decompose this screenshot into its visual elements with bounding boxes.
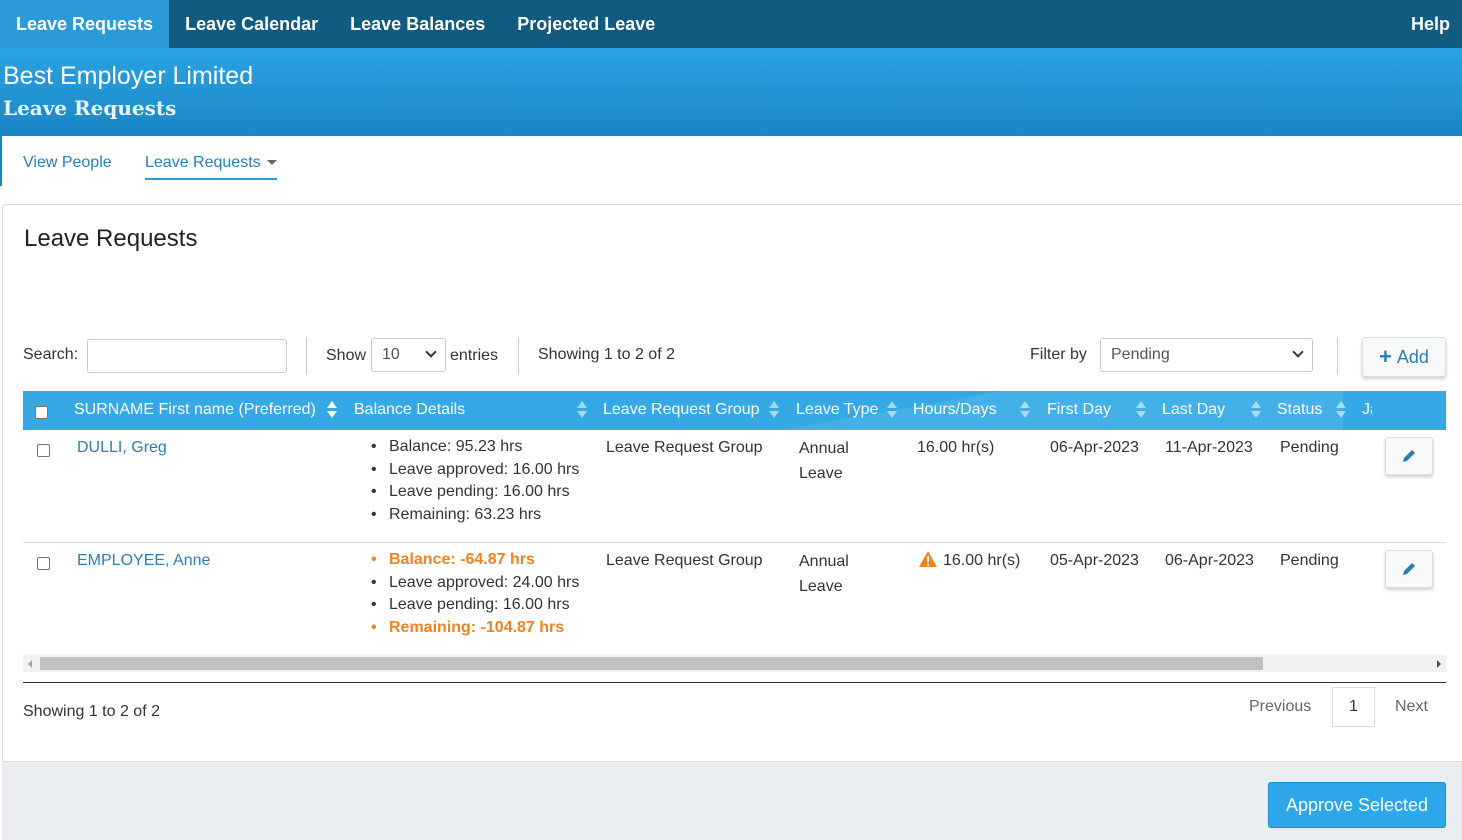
sort-icon bbox=[887, 401, 897, 419]
tab-leave-balances[interactable]: Leave Balances bbox=[334, 0, 501, 48]
approve-selected-button[interactable]: Approve Selected bbox=[1268, 782, 1446, 828]
col-status[interactable]: Status bbox=[1277, 401, 1322, 419]
sort-icon bbox=[577, 401, 587, 419]
balance-details: Balance: 95.23 hrs Leave approved: 16.00… bbox=[368, 436, 579, 526]
warning-icon bbox=[919, 551, 937, 567]
page-length-value: 10 bbox=[382, 346, 400, 363]
table-info-top: Showing 1 to 2 of 2 bbox=[538, 346, 675, 363]
page-title: Leave Requests bbox=[3, 96, 177, 120]
tab-leave-requests[interactable]: Leave Requests bbox=[0, 0, 170, 48]
first-day: 06-Apr-2023 bbox=[1050, 439, 1139, 456]
scrollbar-thumb[interactable] bbox=[40, 657, 1263, 670]
panel-title: Leave Requests bbox=[24, 225, 198, 252]
leave-request-group: Leave Request Group bbox=[606, 439, 763, 456]
sort-icon bbox=[1336, 401, 1346, 419]
status: Pending bbox=[1280, 439, 1339, 456]
edit-button[interactable] bbox=[1385, 550, 1433, 588]
employee-name-link[interactable]: EMPLOYEE, Anne bbox=[77, 549, 210, 573]
sort-icon bbox=[327, 401, 337, 419]
leave-requests-dropdown-label: Leave Requests bbox=[145, 154, 261, 171]
search-input[interactable] bbox=[87, 339, 287, 373]
hours-days: 16.00 hr(s) bbox=[917, 439, 995, 456]
sort-icon bbox=[769, 401, 779, 419]
employee-name-link[interactable]: DULLI, Greg bbox=[77, 436, 167, 460]
col-hours[interactable]: Hours/Days bbox=[913, 401, 997, 419]
top-nav: Leave Requests Leave Calendar Leave Bala… bbox=[0, 0, 1462, 48]
select-all-checkbox[interactable] bbox=[35, 406, 48, 419]
col-type[interactable]: Leave Type bbox=[796, 401, 878, 419]
sort-icon bbox=[1020, 401, 1030, 419]
balance-item: Balance: 95.23 hrs bbox=[368, 436, 579, 459]
sort-icon bbox=[1136, 401, 1146, 419]
add-button-label: Add bbox=[1396, 346, 1429, 367]
sub-nav: View People Leave Requests bbox=[0, 136, 1462, 186]
last-day: 11-Apr-2023 bbox=[1165, 439, 1253, 456]
plus-icon: + bbox=[1379, 344, 1392, 369]
hours-days: 16.00 hr(s) bbox=[943, 552, 1021, 569]
horizontal-scrollbar[interactable] bbox=[23, 655, 1446, 672]
tab-leave-calendar[interactable]: Leave Calendar bbox=[169, 0, 334, 48]
table-bottom-border bbox=[23, 682, 1446, 683]
previous-button[interactable]: Previous bbox=[1249, 698, 1311, 716]
filter-value: Pending bbox=[1111, 346, 1170, 363]
add-button[interactable]: + Add bbox=[1362, 337, 1446, 377]
balance-item: Leave pending: 16.00 hrs bbox=[368, 481, 579, 504]
table-row: EMPLOYEE, Anne Balance: -64.87 hrs Leave… bbox=[23, 543, 1446, 653]
divider bbox=[518, 337, 519, 375]
table-info-bottom: Showing 1 to 2 of 2 bbox=[23, 703, 160, 720]
edit-button[interactable] bbox=[1385, 437, 1433, 475]
leave-requests-dropdown[interactable]: Leave Requests bbox=[145, 154, 277, 180]
scroll-left-icon[interactable] bbox=[28, 660, 32, 668]
help-link[interactable]: Help bbox=[1395, 0, 1462, 48]
balance-item-warning: Balance: -64.87 hrs bbox=[368, 549, 579, 572]
show-label: Show bbox=[326, 347, 367, 364]
company-name: Best Employer Limited bbox=[3, 62, 254, 90]
table-header: SURNAME First name (Preferred) Balance D… bbox=[23, 391, 1446, 430]
hours-days-cell: 16.00 hr(s) bbox=[919, 549, 1020, 573]
filter-label: Filter by bbox=[1030, 346, 1087, 363]
scroll-right-icon[interactable] bbox=[1437, 660, 1441, 668]
next-button[interactable]: Next bbox=[1395, 698, 1428, 716]
leave-type: Annual Leave bbox=[799, 553, 849, 595]
col-last-day[interactable]: Last Day bbox=[1162, 401, 1225, 419]
search-label: Search: bbox=[23, 346, 79, 363]
table-row: DULLI, Greg Balance: 95.23 hrs Leave app… bbox=[23, 430, 1446, 543]
row-checkbox[interactable] bbox=[37, 557, 50, 570]
page-length-select[interactable]: 10 bbox=[371, 338, 446, 372]
panel-footer bbox=[2, 762, 1462, 840]
divider bbox=[306, 337, 307, 375]
sort-icon bbox=[1251, 401, 1261, 419]
leave-type: Annual Leave bbox=[799, 440, 849, 482]
chevron-down-icon bbox=[1292, 346, 1304, 358]
balance-item: Leave pending: 16.00 hrs bbox=[368, 594, 579, 617]
caret-down-icon bbox=[266, 160, 277, 166]
last-day: 06-Apr-2023 bbox=[1165, 552, 1254, 569]
col-name[interactable]: SURNAME First name (Preferred) bbox=[74, 401, 316, 419]
first-day: 05-Apr-2023 bbox=[1050, 552, 1139, 569]
balance-details: Balance: -64.87 hrs Leave approved: 24.0… bbox=[368, 549, 579, 639]
pencil-icon bbox=[1403, 450, 1415, 462]
divider bbox=[1337, 337, 1338, 375]
tab-projected-leave[interactable]: Projected Leave bbox=[501, 0, 671, 48]
row-checkbox[interactable] bbox=[37, 444, 50, 457]
chevron-down-icon bbox=[425, 346, 437, 358]
col-balance[interactable]: Balance Details bbox=[354, 401, 465, 419]
page-1-button[interactable]: 1 bbox=[1332, 687, 1375, 727]
status: Pending bbox=[1280, 552, 1339, 569]
balance-item: Leave approved: 16.00 hrs bbox=[368, 459, 579, 482]
filter-select[interactable]: Pending bbox=[1100, 338, 1313, 372]
view-people-link[interactable]: View People bbox=[23, 154, 112, 172]
balance-item: Remaining: 63.23 hrs bbox=[368, 504, 579, 527]
leave-request-group: Leave Request Group bbox=[606, 552, 763, 569]
entries-label: entries bbox=[450, 347, 499, 364]
pencil-icon bbox=[1403, 563, 1415, 575]
balance-item-warning: Remaining: -104.87 hrs bbox=[368, 617, 579, 640]
balance-item: Leave approved: 24.00 hrs bbox=[368, 572, 579, 595]
col-truncated[interactable]: Ja bbox=[1362, 401, 1372, 419]
col-first-day[interactable]: First Day bbox=[1047, 401, 1111, 419]
page-banner: Best Employer Limited Leave Requests bbox=[0, 48, 1462, 136]
col-group[interactable]: Leave Request Group bbox=[603, 401, 760, 419]
